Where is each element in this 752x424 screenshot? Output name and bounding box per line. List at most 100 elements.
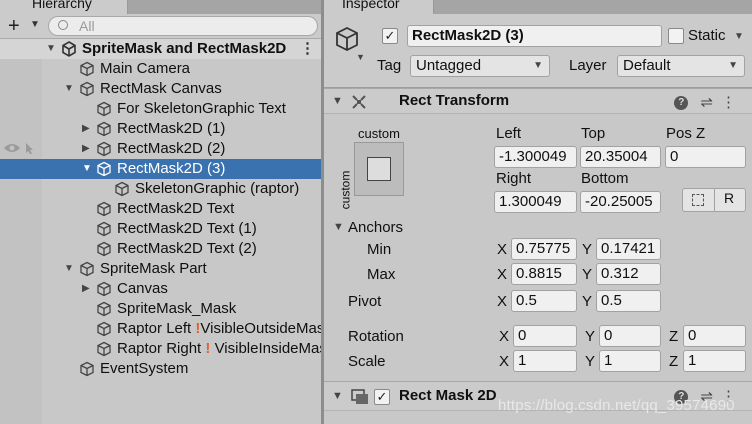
pivot-x-field[interactable]: 0.5 — [511, 290, 577, 312]
scene-name: SpriteMask and RectMask2D — [82, 40, 287, 57]
hierarchy-item[interactable]: ▶ Canvas — [0, 279, 321, 299]
rotation-z-field[interactable]: 0 — [683, 325, 746, 347]
left-label: Left — [496, 125, 522, 142]
expand-arrow-icon[interactable]: ▼ — [64, 259, 74, 279]
rotation-x-field[interactable]: 0 — [513, 325, 577, 347]
hierarchy-item[interactable]: Raptor Right ! VisibleInsideMask — [0, 339, 321, 359]
right-field[interactable]: 1.300049 — [494, 191, 577, 213]
collapsed-arrow-icon[interactable]: ▶ — [82, 139, 90, 159]
search-input[interactable]: All — [48, 16, 318, 36]
top-field[interactable]: 20.35004 — [580, 146, 661, 168]
search-icon — [58, 20, 68, 30]
help-icon[interactable]: ? — [674, 96, 689, 111]
posz-field[interactable]: 0 — [665, 146, 746, 168]
hierarchy-item[interactable]: ▶ RectMask2D (2) — [0, 139, 321, 159]
toggle-divider — [714, 189, 715, 211]
expand-arrow-icon[interactable]: ▼ — [46, 39, 56, 59]
icon-dropdown-icon[interactable]: ▼ — [356, 52, 365, 62]
search-placeholder: All — [79, 18, 95, 34]
anchor-min-y-field[interactable]: 0.17421 — [596, 238, 661, 260]
gameobject-cube-icon — [80, 261, 94, 277]
anchor-preset-button[interactable] — [354, 142, 404, 196]
hierarchy-item[interactable]: SkeletonGraphic (raptor) — [0, 179, 321, 199]
pivot-y-field[interactable]: 0.5 — [596, 290, 661, 312]
gameobject-cube-icon — [115, 181, 129, 197]
create-dropdown-icon[interactable]: ▼ — [30, 19, 40, 30]
hierarchy-item[interactable]: SpriteMask_Mask — [0, 299, 321, 319]
rect-transform-icon — [352, 95, 366, 109]
gameobject-cube-icon — [80, 361, 94, 377]
anchor-max-x-field[interactable]: 0.8815 — [511, 263, 577, 285]
component-menu-icon[interactable]: ⋮ — [721, 94, 744, 111]
presets-icon[interactable]: ⇌ — [700, 94, 721, 111]
max-y-label: Y — [582, 266, 593, 283]
right-label: Right — [496, 170, 532, 187]
hierarchy-item[interactable]: EventSystem — [0, 359, 321, 379]
active-checkbox[interactable]: ✓ — [382, 28, 398, 44]
warning-mark: ! — [205, 340, 211, 357]
hierarchy-item[interactable]: RectMask2D Text — [0, 199, 321, 219]
collapsed-arrow-icon[interactable]: ▶ — [82, 119, 90, 139]
expand-arrow-icon[interactable]: ▼ — [64, 79, 74, 99]
chevron-down-icon: ▼ — [728, 60, 738, 71]
object-header: ▼ ✓ RectMask2D (3) Static ▼ Tag Untagged… — [324, 14, 752, 88]
gameobject-cube-icon — [97, 301, 111, 317]
rect-mask-enabled-checkbox[interactable]: ✓ — [374, 389, 390, 405]
static-checkbox[interactable] — [668, 28, 684, 44]
scale-y-field[interactable]: 1 — [599, 350, 661, 372]
hierarchy-item[interactable]: For SkeletonGraphic Text — [0, 99, 321, 119]
anchors-arrow-icon[interactable]: ▼ — [333, 221, 344, 233]
scene-row[interactable]: ▼ SpriteMask and RectMask2D ⋮ — [0, 39, 321, 59]
bottom-field[interactable]: -20.25005 — [580, 191, 661, 213]
anchor-max-y-field[interactable]: 0.312 — [596, 263, 661, 285]
hierarchy-item-label: RectMask2D (1) — [117, 120, 226, 137]
tab-inspector[interactable]: Inspector — [324, 0, 434, 14]
hierarchy-item[interactable]: ▼ SpriteMask Part — [0, 259, 321, 279]
collapsed-arrow-icon[interactable]: ▶ — [82, 279, 90, 299]
hierarchy-item-label: EventSystem — [100, 360, 189, 377]
tag-value: Untagged — [416, 57, 482, 74]
hierarchy-item-label: Main Camera — [100, 60, 191, 77]
gameobject-cube-icon — [97, 101, 111, 117]
expand-arrow-icon[interactable]: ▼ — [82, 159, 92, 179]
blueprint-mode-icon[interactable] — [692, 194, 704, 206]
hierarchy-item[interactable]: RectMask2D Text (2) — [0, 239, 321, 259]
tab-hierarchy[interactable]: Hierarchy — [0, 0, 128, 14]
static-dropdown-icon[interactable]: ▼ — [734, 31, 744, 42]
object-name-field[interactable]: RectMask2D (3) — [407, 25, 662, 47]
scene-menu-icon[interactable]: ⋮ — [300, 39, 315, 59]
min-y-label: Y — [582, 241, 593, 258]
expand-arrow-icon[interactable]: ▼ — [332, 95, 343, 107]
unity-scene-icon — [62, 41, 76, 57]
hierarchy-item[interactable]: ▼ RectMask Canvas — [0, 79, 321, 99]
left-field[interactable]: -1.300049 — [494, 146, 577, 168]
rotation-y-field[interactable]: 0 — [599, 325, 661, 347]
anchor-preset-square-icon — [367, 157, 391, 181]
hierarchy-item-label: RectMask2D (2) — [117, 140, 226, 157]
hierarchy-item[interactable]: Raptor Left !VisibleOutsideMask — [0, 319, 321, 339]
pivot-y-label: Y — [582, 293, 593, 310]
component-actions: ? ⇌⋮ — [674, 93, 744, 111]
rot-y-label: Y — [585, 328, 596, 345]
raw-edit-button[interactable]: R — [724, 190, 734, 206]
hierarchy-item[interactable]: ▶ RectMask2D (1) — [0, 119, 321, 139]
rect-transform-header[interactable]: ▼ Rect Transform ? ⇌⋮ — [324, 88, 752, 114]
pivot-x-label: X — [497, 293, 508, 310]
expand-arrow-icon[interactable]: ▼ — [332, 390, 343, 402]
scale-x-field[interactable]: 1 — [513, 350, 577, 372]
rot-z-label: Z — [669, 328, 679, 345]
hierarchy-item[interactable]: Main Camera — [0, 59, 321, 79]
scale-label: Scale — [348, 353, 386, 370]
tag-dropdown[interactable]: Untagged ▼ — [410, 55, 550, 77]
chevron-down-icon: ▼ — [533, 60, 543, 71]
hierarchy-item-selected[interactable]: ▼ RectMask2D (3) — [0, 159, 321, 179]
hierarchy-item-label: Raptor Right ! VisibleInsideMask — [117, 340, 321, 357]
hierarchy-item-label: For SkeletonGraphic Text — [117, 100, 286, 117]
layer-dropdown[interactable]: Default ▼ — [617, 55, 745, 77]
gameobject-cube-icon — [97, 241, 111, 257]
create-plus-icon[interactable]: + — [8, 14, 20, 38]
anchor-min-x-field[interactable]: 0.75775 — [511, 238, 577, 260]
hierarchy-toolbar: + ▼ All — [0, 14, 321, 39]
hierarchy-item[interactable]: RectMask2D Text (1) — [0, 219, 321, 239]
scale-z-field[interactable]: 1 — [683, 350, 746, 372]
